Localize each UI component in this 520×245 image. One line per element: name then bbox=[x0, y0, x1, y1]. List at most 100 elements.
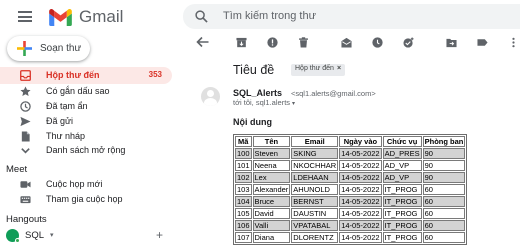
search-input[interactable]: Tìm kiếm trong thư bbox=[223, 10, 316, 22]
table-row: 100 Steven SKING 14-05-2022 AD_PRES 90 bbox=[235, 148, 466, 159]
hangouts-user-name: SQL bbox=[25, 230, 45, 241]
table-row: 102 Lex LDEHAAN 14-05-2022 AD_VP 90 bbox=[235, 172, 466, 183]
compose-button[interactable]: Soạn thư bbox=[7, 36, 90, 61]
table-cell: 90 bbox=[422, 148, 466, 159]
table-cell: 60 bbox=[422, 232, 466, 243]
archive-icon[interactable] bbox=[236, 37, 247, 48]
unread-count: 353 bbox=[148, 70, 162, 79]
table-cell: BERNST bbox=[291, 196, 339, 207]
sender-email: <sql1.alerts@gmail.com> bbox=[291, 89, 376, 98]
more-options-icon[interactable] bbox=[508, 37, 519, 48]
gmail-logo[interactable]: Gmail bbox=[49, 7, 123, 27]
employee-table: Mã Tên Email Ngày vào Chức vụ Phòng ban … bbox=[233, 134, 468, 245]
table-cell: 107 bbox=[235, 232, 252, 243]
column-header: Chức vụ bbox=[382, 136, 422, 147]
table-cell: 14-05-2022 bbox=[339, 220, 382, 231]
back-arrow-icon[interactable] bbox=[196, 36, 209, 48]
add-task-icon[interactable] bbox=[403, 37, 414, 48]
table-cell: 60 bbox=[422, 184, 466, 195]
column-header: Mã bbox=[235, 136, 252, 147]
table-cell: DLORENTZ bbox=[291, 232, 339, 243]
table-cell: AD_PRES bbox=[382, 148, 422, 159]
sidebar-item-inbox[interactable]: Hộp thư đến 353 bbox=[0, 67, 172, 84]
table-cell: Bruce bbox=[252, 196, 291, 207]
clock-icon bbox=[20, 101, 31, 112]
table-cell: IT_PROG bbox=[382, 196, 422, 207]
compose-label: Soạn thư bbox=[40, 43, 82, 54]
table-row: 101 Neena NKOCHHAR 14-05-2022 AD_VP 90 bbox=[235, 160, 466, 171]
table-cell: 14-05-2022 bbox=[339, 208, 382, 219]
table-cell: 14-05-2022 bbox=[339, 148, 382, 159]
table-row: 107 Diana DLORENTZ 14-05-2022 IT_PROG 60 bbox=[235, 232, 466, 243]
keyboard-icon bbox=[20, 196, 31, 204]
main-menu-icon[interactable] bbox=[18, 11, 32, 22]
meet-section-title: Meet bbox=[6, 164, 28, 175]
delete-icon[interactable] bbox=[298, 37, 309, 48]
hangouts-section-title: Hangouts bbox=[6, 214, 47, 225]
add-contact-icon[interactable]: + bbox=[156, 228, 163, 242]
sidebar-item-label: Hộp thư đến bbox=[46, 70, 100, 80]
label-icon[interactable] bbox=[477, 37, 488, 48]
recipients[interactable]: tới tôi, sql1.alerts ▾ bbox=[233, 98, 295, 107]
table-cell: IT_PROG bbox=[382, 232, 422, 243]
move-to-icon[interactable] bbox=[446, 37, 457, 48]
app-name: Gmail bbox=[79, 7, 124, 26]
recipients-caret-icon[interactable]: ▾ bbox=[292, 101, 295, 107]
caret-down-icon[interactable]: ▾ bbox=[50, 231, 54, 239]
meet-item-label: Cuộc họp mới bbox=[46, 179, 103, 189]
table-row: 103 Alexander AHUNOLD 14-05-2022 IT_PROG… bbox=[235, 184, 466, 195]
send-icon bbox=[20, 116, 31, 127]
table-cell: 102 bbox=[235, 172, 252, 183]
table-cell: SKING bbox=[291, 148, 339, 159]
chevron-down-icon bbox=[21, 148, 30, 154]
search-bar[interactable]: Tìm kiếm trong thư bbox=[183, 4, 520, 29]
avatar-body bbox=[204, 98, 217, 106]
table-cell: 90 bbox=[422, 160, 466, 171]
table-cell: AD_VP bbox=[382, 172, 422, 183]
table-cell: 14-05-2022 bbox=[339, 232, 382, 243]
table-cell: Steven bbox=[252, 148, 291, 159]
table-cell: LDEHAAN bbox=[291, 172, 339, 183]
table-cell: 14-05-2022 bbox=[339, 172, 382, 183]
search-icon[interactable] bbox=[195, 10, 208, 23]
content-heading: Nội dung bbox=[233, 117, 272, 127]
table-cell: Diana bbox=[252, 232, 291, 243]
gmail-m-icon bbox=[49, 8, 72, 26]
meet-item-label: Tham gia cuộc họp bbox=[46, 194, 123, 204]
inbox-label-chip[interactable]: Hộp thư đến × bbox=[291, 64, 346, 76]
table-cell: VPATABAL bbox=[291, 220, 339, 231]
remove-label-icon[interactable]: × bbox=[337, 65, 341, 72]
sidebar-item-label: Có gắn dấu sao bbox=[46, 86, 110, 96]
sidebar-item-label: Đã tạm ẩn bbox=[46, 101, 88, 111]
table-cell: 105 bbox=[235, 208, 252, 219]
hangouts-user[interactable]: SQL ▾ + bbox=[6, 228, 172, 243]
table-cell: IT_PROG bbox=[382, 184, 422, 195]
sidebar-item-label: Đã gửi bbox=[46, 116, 74, 126]
sender-avatar[interactable] bbox=[201, 87, 220, 106]
table-cell: 106 bbox=[235, 220, 252, 231]
table-cell: DAUSTIN bbox=[291, 208, 339, 219]
table-row: 106 Valli VPATABAL 14-05-2022 IT_PROG 60 bbox=[235, 220, 466, 231]
table-cell: 101 bbox=[235, 160, 252, 171]
sender-name: SQL_Alerts bbox=[233, 88, 283, 98]
star-icon bbox=[20, 86, 31, 96]
table-cell: Alexander bbox=[252, 184, 291, 195]
snooze-icon[interactable] bbox=[372, 37, 383, 48]
table-cell: 60 bbox=[422, 208, 466, 219]
sidebar-item-more[interactable]: Danh sách mở rộng bbox=[0, 142, 172, 159]
column-header: Tên bbox=[252, 136, 291, 147]
table-cell: 14-05-2022 bbox=[339, 184, 382, 195]
table-cell: NKOCHHAR bbox=[291, 160, 339, 171]
table-cell: AD_VP bbox=[382, 160, 422, 171]
mark-unread-icon[interactable] bbox=[341, 37, 352, 48]
column-header: Email bbox=[291, 136, 339, 147]
report-spam-icon[interactable] bbox=[267, 37, 278, 48]
table-row: 105 David DAUSTIN 14-05-2022 IT_PROG 60 bbox=[235, 208, 466, 219]
table-cell: 104 bbox=[235, 196, 252, 207]
inbox-icon bbox=[20, 70, 31, 81]
table-cell: 60 bbox=[422, 196, 466, 207]
table-cell: AHUNOLD bbox=[291, 184, 339, 195]
table-cell: IT_PROG bbox=[382, 220, 422, 231]
meet-join-meeting[interactable]: Tham gia cuộc họp bbox=[0, 191, 172, 208]
table-cell: Neena bbox=[252, 160, 291, 171]
